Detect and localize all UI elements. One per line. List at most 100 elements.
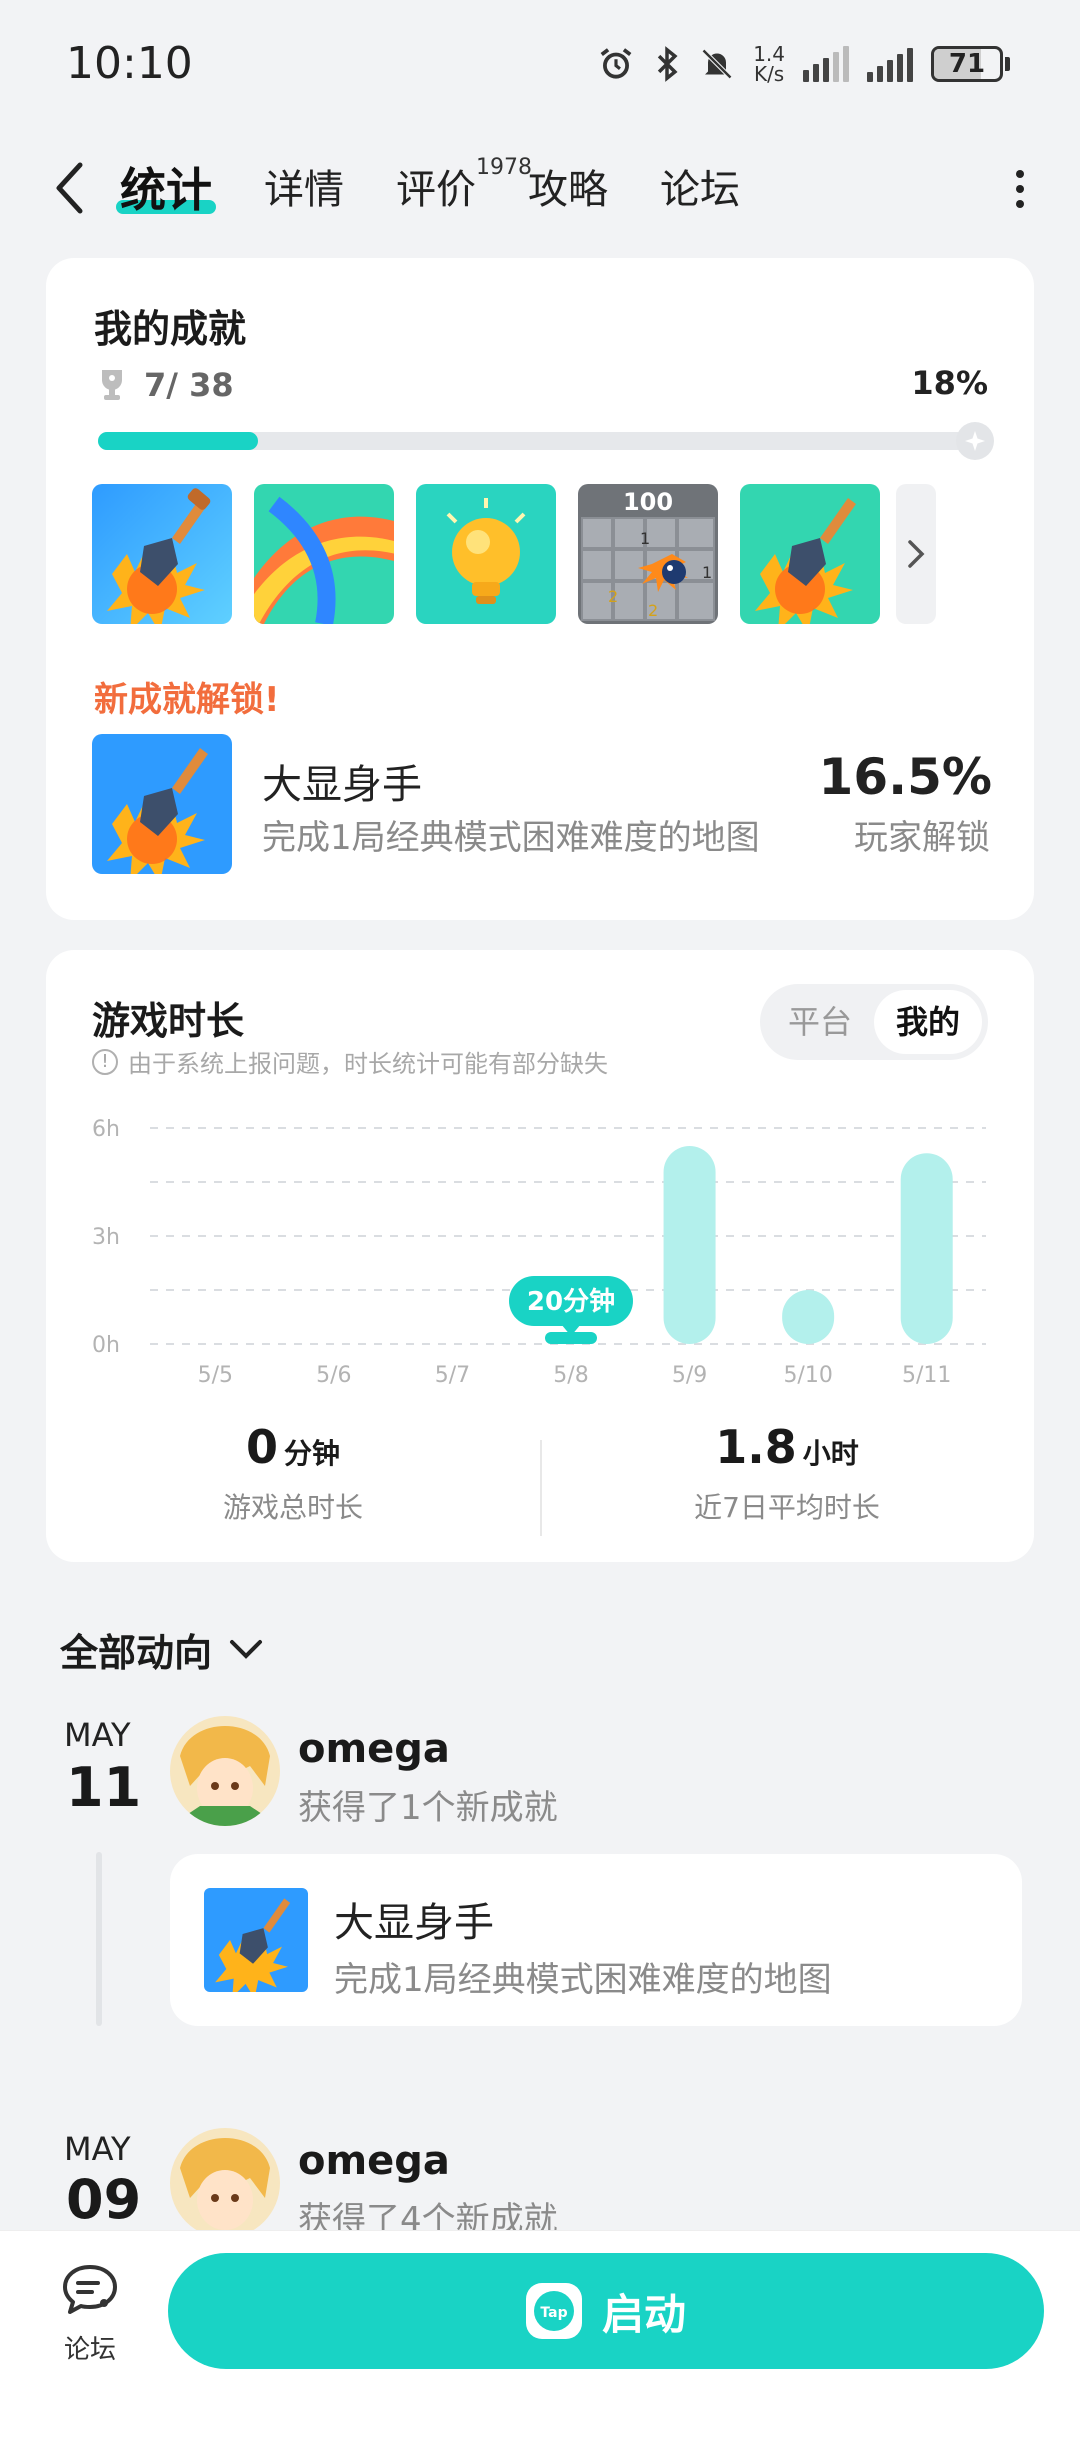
shovel-achievement-thumb-2[interactable] — [740, 484, 880, 624]
achievements-progress-bar — [98, 422, 994, 460]
new-achievement-label: 新成就解锁! — [94, 680, 280, 720]
avatar[interactable] — [170, 1716, 280, 1826]
new-achievement-rate-label: 玩家解锁 — [854, 818, 990, 858]
chart-tooltip: 20分钟 — [509, 1276, 633, 1336]
mute-bell-icon — [702, 48, 733, 80]
shovel-icon — [204, 1888, 308, 1992]
tap-logo-text: Tap — [540, 2305, 567, 2321]
forum-button[interactable]: 论坛 — [50, 2263, 130, 2373]
chart-tooltip-label: 20分钟 — [527, 1286, 615, 1317]
back-arrow-icon — [56, 162, 83, 214]
lightbulb-icon — [416, 484, 556, 624]
minesweeper-icon: 100 1 2 2 1 — [578, 484, 718, 624]
chevron-right-icon — [908, 540, 925, 568]
shovel-achievement-thumb[interactable] — [92, 484, 232, 624]
new-achievement-thumb — [92, 734, 232, 874]
reviews-count-badge: 1978 — [476, 155, 532, 180]
launch-label: 启动 — [601, 2289, 686, 2339]
chart-x-tick: 5/5 — [198, 1363, 233, 1388]
ribbon-icon — [254, 484, 394, 624]
play-time-stats: 0 分钟 游戏总时长 1.8 小时 近7日平均时长 — [46, 1420, 1034, 1540]
lightbulb-achievement-thumb[interactable] — [416, 484, 556, 624]
svg-text:2: 2 — [608, 587, 618, 606]
total-play-time: 0 分钟 游戏总时长 — [222, 1420, 363, 1524]
play-time-card: 游戏时长 ! 由于系统上报问题，时长统计可能有部分缺失 平台 我的 0h 3h 6h… — [46, 950, 1034, 1562]
minesweeper-achievement-thumb[interactable]: 100 1 2 2 1 — [578, 484, 718, 624]
chart-y-tick: 6h — [92, 1117, 120, 1142]
chart-x-tick: 5/9 — [672, 1363, 707, 1388]
tap-logo-icon: Tap — [525, 2283, 582, 2339]
new-achievement-row[interactable]: 大显身手 完成1局经典模式困难难度的地图 16.5% 玩家解锁 — [92, 734, 992, 874]
achievements-card[interactable]: 我的成就 7/ 38 18% 100 1 2 2 1 新成就解锁! 大显身手 完… — [46, 258, 1034, 920]
ribbon-achievement-thumb[interactable] — [254, 484, 394, 624]
chart-bar[interactable] — [663, 1146, 716, 1344]
battery-icon: 71 — [931, 46, 1010, 82]
achievements-title: 我的成就 — [94, 307, 247, 351]
more-achievements-button[interactable] — [896, 484, 936, 624]
feed-username[interactable]: omega — [298, 1726, 450, 1772]
feed-achievement-thumb — [204, 1888, 308, 1992]
chart-x-tick: 5/11 — [902, 1363, 951, 1388]
feed-achievement-name: 大显身手 — [334, 1900, 494, 1946]
achievements-count: 7/ 38 — [144, 366, 234, 404]
new-achievement-name: 大显身手 — [262, 762, 422, 808]
chart-bar[interactable] — [782, 1290, 835, 1344]
avatar[interactable] — [170, 2128, 280, 2238]
tab-forum[interactable]: 论坛 — [660, 160, 766, 220]
chart-y-tick: 0h — [92, 1333, 120, 1358]
signal-icon — [803, 46, 849, 82]
achievements-percent: 18% — [911, 364, 988, 402]
chart-y-tick: 3h — [92, 1225, 120, 1250]
chart-bar[interactable] — [900, 1153, 953, 1344]
tab-guides[interactable]: 攻略 — [528, 160, 634, 220]
network-speed: 1.4 K/s — [753, 42, 785, 86]
feed-action: 获得了1个新成就 — [298, 1788, 558, 1828]
tab-reviews[interactable]: 评价 1978 — [396, 155, 532, 220]
signal-icon-2 — [867, 46, 913, 82]
feed-username[interactable]: omega — [298, 2138, 450, 2184]
back-button[interactable] — [44, 158, 94, 218]
average-play-time: 1.8 小时 近7日平均时长 — [694, 1420, 880, 1524]
mine-board-number: 100 — [623, 488, 673, 516]
svg-text:1: 1 — [640, 529, 650, 548]
tab-details[interactable]: 详情 — [264, 160, 370, 220]
achievement-thumbnails: 100 1 2 2 1 — [92, 484, 936, 624]
more-options-button[interactable] — [1008, 164, 1032, 214]
shovel-icon — [740, 484, 880, 624]
tab-stats[interactable]: 统计 — [116, 160, 238, 220]
chart-x-tick: 5/8 — [553, 1363, 588, 1388]
clock: 10:10 — [66, 38, 193, 89]
feed-date-month: MAY — [64, 2130, 131, 2168]
tab-bar: 统计 详情 评价 1978 攻略 论坛 — [116, 155, 792, 220]
svg-text:2: 2 — [648, 601, 658, 620]
play-time-chart: 0h 3h 6h 5/5 5/6 5/7 5/8 5/9 5/10 5/11 20分钟 — [92, 1117, 986, 1388]
chat-bubble-icon — [63, 2265, 117, 2314]
new-achievement-description: 完成1局经典模式困难难度的地图 — [262, 818, 760, 858]
trophy-icon — [102, 370, 122, 400]
timeline-line — [96, 1852, 102, 2026]
chevron-down-icon — [230, 1639, 263, 1659]
chart-x-tick: 5/6 — [316, 1363, 351, 1388]
shovel-icon — [92, 734, 232, 874]
svg-text:1: 1 — [702, 563, 712, 582]
feed-date-month: MAY — [64, 1716, 131, 1754]
chart-x-tick: 5/10 — [783, 1363, 832, 1388]
bottom-bar: 论坛 Tap 启动 — [0, 2230, 1080, 2438]
chart-x-tick: 5/7 — [435, 1363, 470, 1388]
shovel-icon — [92, 484, 232, 624]
feed-date-day: 09 — [66, 2168, 142, 2231]
launch-button[interactable]: Tap 启动 — [168, 2253, 1044, 2369]
feed-date-day: 11 — [66, 1756, 142, 1819]
status-icons: 1.4 K/s 71 — [597, 44, 1010, 84]
feed-achievement-card[interactable]: 大显身手 完成1局经典模式困难难度的地图 — [170, 1854, 1022, 2026]
feed-achievement-description: 完成1局经典模式困难难度的地图 — [334, 1960, 832, 2000]
progress-end-icon — [956, 422, 994, 460]
status-bar: 10:10 1.4 K/s 71 — [0, 0, 1080, 130]
feed-filter-dropdown[interactable]: 全部动向 — [60, 1622, 264, 1677]
top-nav: 统计 详情 评价 1978 攻略 论坛 — [0, 140, 1080, 240]
new-achievement-rate: 16.5% — [818, 748, 992, 806]
bluetooth-icon — [658, 46, 678, 82]
forum-label: 论坛 — [63, 2335, 116, 2365]
alarm-icon — [600, 48, 632, 79]
progress-fill — [98, 432, 259, 450]
